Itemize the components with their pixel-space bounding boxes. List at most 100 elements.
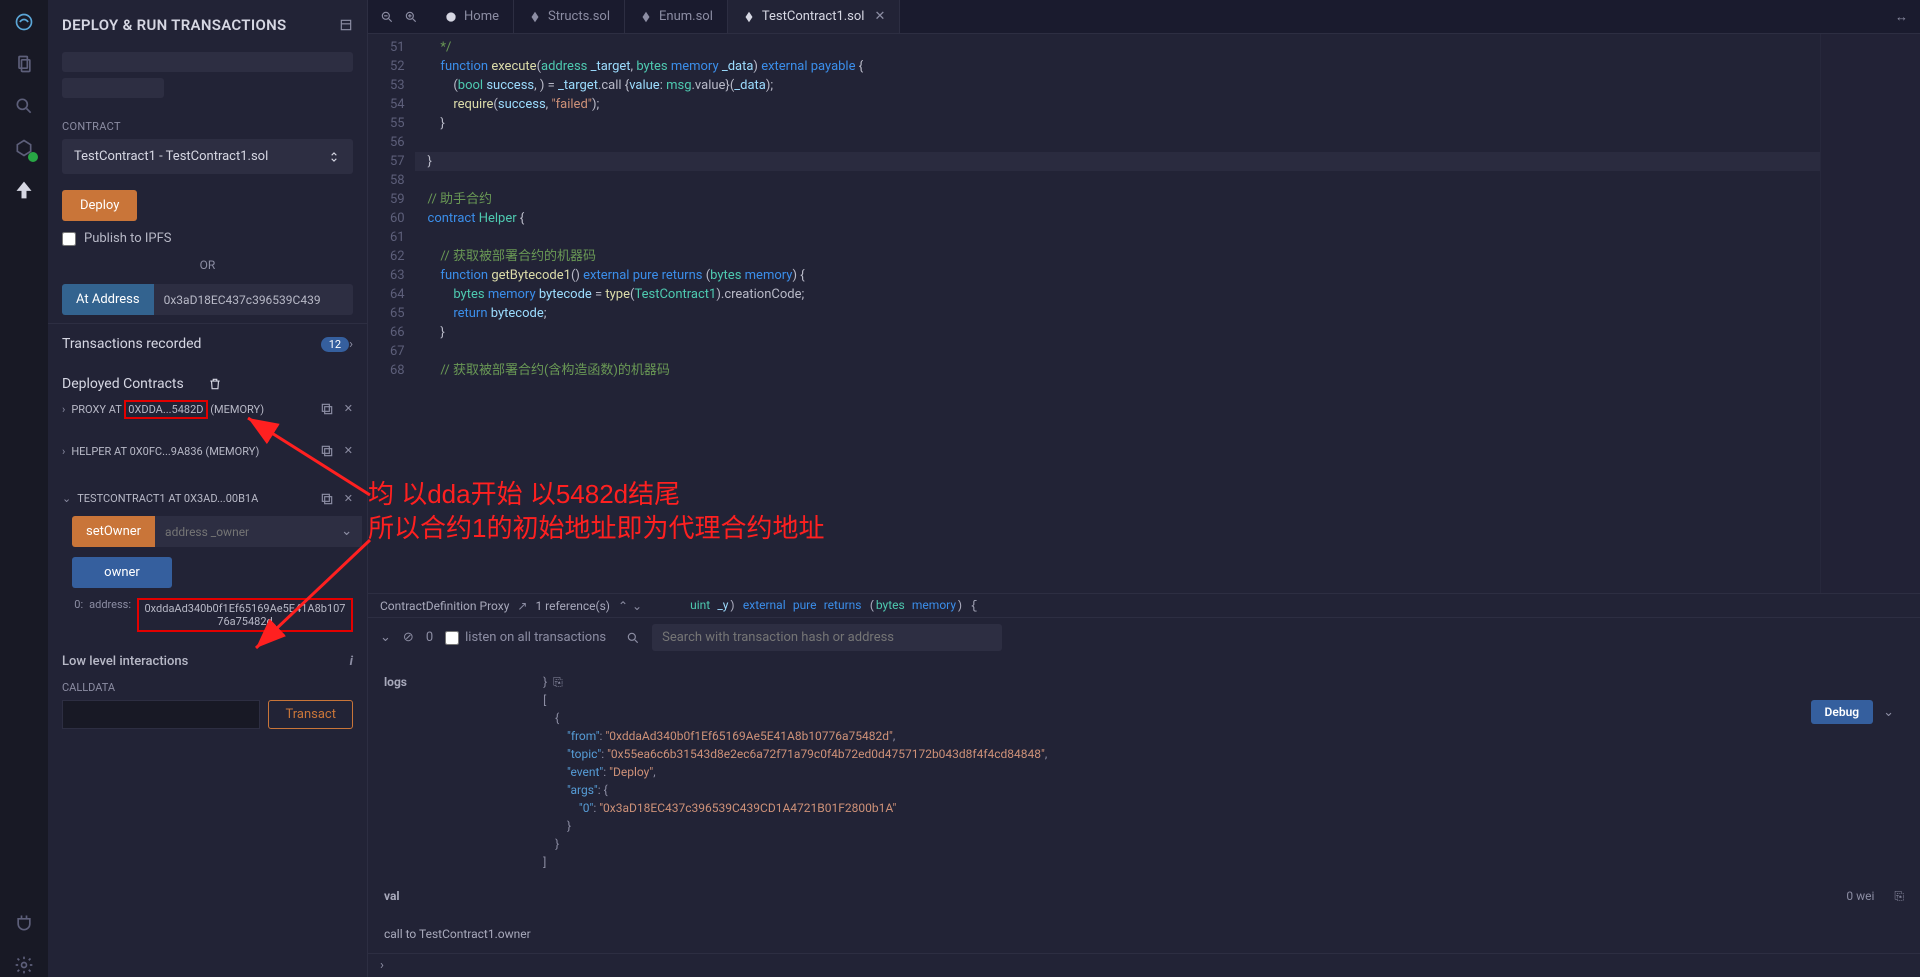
helper-label: HELPER AT 0X0FC...9A836 (MEMORY) — [71, 445, 313, 458]
solidity-icon — [639, 10, 653, 24]
setowner-row: setOwner ⌄ — [72, 516, 353, 547]
search-icon[interactable] — [12, 94, 36, 118]
code-area[interactable]: */ function execute(address _target, byt… — [415, 34, 1820, 593]
breadcrumb-trail: uint _y) external pure returns (bytes me… — [690, 598, 978, 613]
terminal-body[interactable]: logs } ⎘ [ { "from": "0xddaAd340b0f — [368, 657, 1920, 953]
at-address-row: At Address — [62, 284, 353, 315]
listen-checkbox-row[interactable]: listen on all transactions — [445, 630, 606, 645]
listen-label: listen on all transactions — [465, 630, 606, 645]
owner-row: owner — [72, 557, 353, 588]
deploy-icon[interactable] — [12, 178, 36, 202]
contract-section: CONTRACT TestContract1 - TestContract1.s… — [48, 112, 367, 182]
proxy-label: PROXY AT 0XDDA...5482D (MEMORY) — [71, 403, 313, 416]
tx-count-badge: 12 — [321, 337, 349, 352]
copy-icon[interactable] — [320, 444, 334, 458]
tc1-label: TESTCONTRACT1 AT 0X3AD...00B1A — [77, 492, 314, 505]
proxy-address-highlight: 0XDDA...5482D — [124, 400, 207, 419]
contract-select[interactable]: TestContract1 - TestContract1.sol — [62, 139, 353, 174]
ref-up-icon[interactable]: ⌃ — [618, 599, 628, 613]
copy-icon[interactable]: ⎘ — [1894, 887, 1904, 905]
zoom-out-icon[interactable] — [380, 10, 394, 24]
ref-count: 1 reference(s) — [535, 599, 610, 613]
zoom-controls — [368, 10, 430, 24]
owner-output: 0: address: 0xddaAd340b0f1Ef65169Ae5E41A… — [72, 598, 353, 632]
call-to-line: call to TestContract1.owner — [384, 925, 1904, 943]
panel-collapse-icon[interactable] — [339, 18, 353, 32]
share-icon[interactable]: ↗ — [517, 599, 527, 613]
editor[interactable]: 515253545556575859606162636465666768 */ … — [368, 34, 1920, 593]
proxy-contract-row[interactable]: › PROXY AT 0XDDA...5482D (MEMORY) ✕ — [48, 396, 367, 422]
output-index: 0: — [72, 598, 83, 611]
trash-icon[interactable] — [208, 377, 354, 391]
plugin-icon[interactable] — [12, 911, 36, 935]
val-value: 0 wei — [1846, 887, 1874, 905]
breadcrumb-text: ContractDefinition Proxy — [380, 599, 509, 613]
chevron-down-icon: ⌄ — [62, 492, 71, 505]
owner-button[interactable]: owner — [72, 557, 172, 588]
close-icon[interactable]: ✕ — [344, 444, 353, 458]
tab-testcontract1[interactable]: TestContract1.sol ✕ — [728, 0, 901, 33]
setowner-button[interactable]: setOwner — [72, 516, 155, 547]
pending-count: 0 — [426, 630, 433, 645]
contract-label: CONTRACT — [62, 120, 353, 133]
val-row: val 0 wei ⎘ — [384, 887, 1904, 905]
publish-ipfs-checkbox[interactable] — [62, 232, 76, 246]
at-address-button[interactable]: At Address — [62, 284, 154, 315]
chevron-down-icon[interactable]: ⌄ — [1883, 705, 1894, 720]
setowner-input[interactable] — [155, 516, 331, 547]
tabbar: Home Structs.sol Enum.sol TestContract1.… — [368, 0, 1920, 34]
logo-icon[interactable] — [12, 10, 36, 34]
val-label: val — [384, 887, 424, 905]
copy-icon[interactable] — [320, 402, 334, 416]
tab-home[interactable]: Home — [430, 0, 514, 33]
setowner-expand-icon[interactable]: ⌄ — [331, 516, 362, 547]
solidity-icon — [528, 10, 542, 24]
close-icon[interactable]: ✕ — [344, 492, 353, 506]
terminal-search-input[interactable] — [652, 624, 1002, 651]
tab-enum[interactable]: Enum.sol — [625, 0, 728, 33]
tc1-body: setOwner ⌄ owner 0: address: 0xddaAd340b… — [48, 512, 367, 642]
ref-down-icon[interactable]: ⌄ — [632, 599, 642, 613]
panel-title: DEPLOY & RUN TRANSACTIONS — [62, 16, 339, 34]
helper-contract-row[interactable]: › HELPER AT 0X0FC...9A836 (MEMORY) ✕ — [48, 438, 367, 464]
deployed-title: Deployed Contracts — [62, 376, 208, 392]
terminal-collapse-icon[interactable]: ⌄ — [380, 630, 391, 645]
copy-icon[interactable] — [320, 492, 334, 506]
at-address-input[interactable] — [154, 284, 353, 315]
minimap[interactable]: */ function execute(address _target, byt… — [1820, 34, 1920, 593]
output-type: address: — [89, 598, 131, 611]
lowlevel-title: Low level interactions — [62, 654, 350, 669]
breadcrumb: ContractDefinition Proxy ↗ 1 reference(s… — [368, 593, 1920, 617]
status-badge-icon — [28, 152, 38, 162]
listen-checkbox[interactable] — [445, 631, 459, 645]
publish-ipfs-row[interactable]: Publish to IPFS — [62, 231, 353, 246]
testcontract1-row[interactable]: ⌄ TESTCONTRACT1 AT 0X3AD...00B1A ✕ — [48, 486, 367, 512]
chevron-right-icon[interactable]: › — [380, 958, 384, 973]
compile-icon[interactable] — [12, 136, 36, 160]
tx-recorded-accordion[interactable]: Transactions recorded 12 › — [48, 323, 367, 364]
transact-button[interactable]: Transact — [268, 700, 353, 729]
close-icon[interactable]: ✕ — [874, 9, 885, 24]
calldata-label: CALLDATA — [48, 681, 367, 694]
files-icon[interactable] — [12, 52, 36, 76]
tab-structs[interactable]: Structs.sol — [514, 0, 625, 33]
logs-label: logs — [384, 673, 424, 691]
debug-button[interactable]: Debug — [1811, 700, 1874, 724]
terminal-toolbar: ⌄ ⊘ 0 listen on all transactions — [368, 618, 1920, 657]
or-divider: OR — [62, 258, 353, 272]
search-icon[interactable] — [626, 631, 640, 645]
deploy-button[interactable]: Deploy — [62, 190, 137, 221]
info-icon[interactable]: i — [350, 654, 353, 669]
zoom-in-icon[interactable] — [404, 10, 418, 24]
calldata-input[interactable] — [62, 700, 260, 729]
expand-icon[interactable]: ↔ — [1883, 9, 1920, 25]
chevron-right-icon: › — [62, 445, 65, 458]
clear-icon[interactable]: ⊘ — [403, 630, 414, 645]
settings-icon[interactable] — [12, 953, 36, 977]
env-skeleton — [48, 44, 367, 112]
icon-rail — [0, 0, 48, 977]
close-icon[interactable]: ✕ — [344, 402, 353, 416]
publish-ipfs-label: Publish to IPFS — [84, 231, 172, 246]
home-icon — [444, 10, 458, 24]
updown-icon — [327, 150, 341, 164]
